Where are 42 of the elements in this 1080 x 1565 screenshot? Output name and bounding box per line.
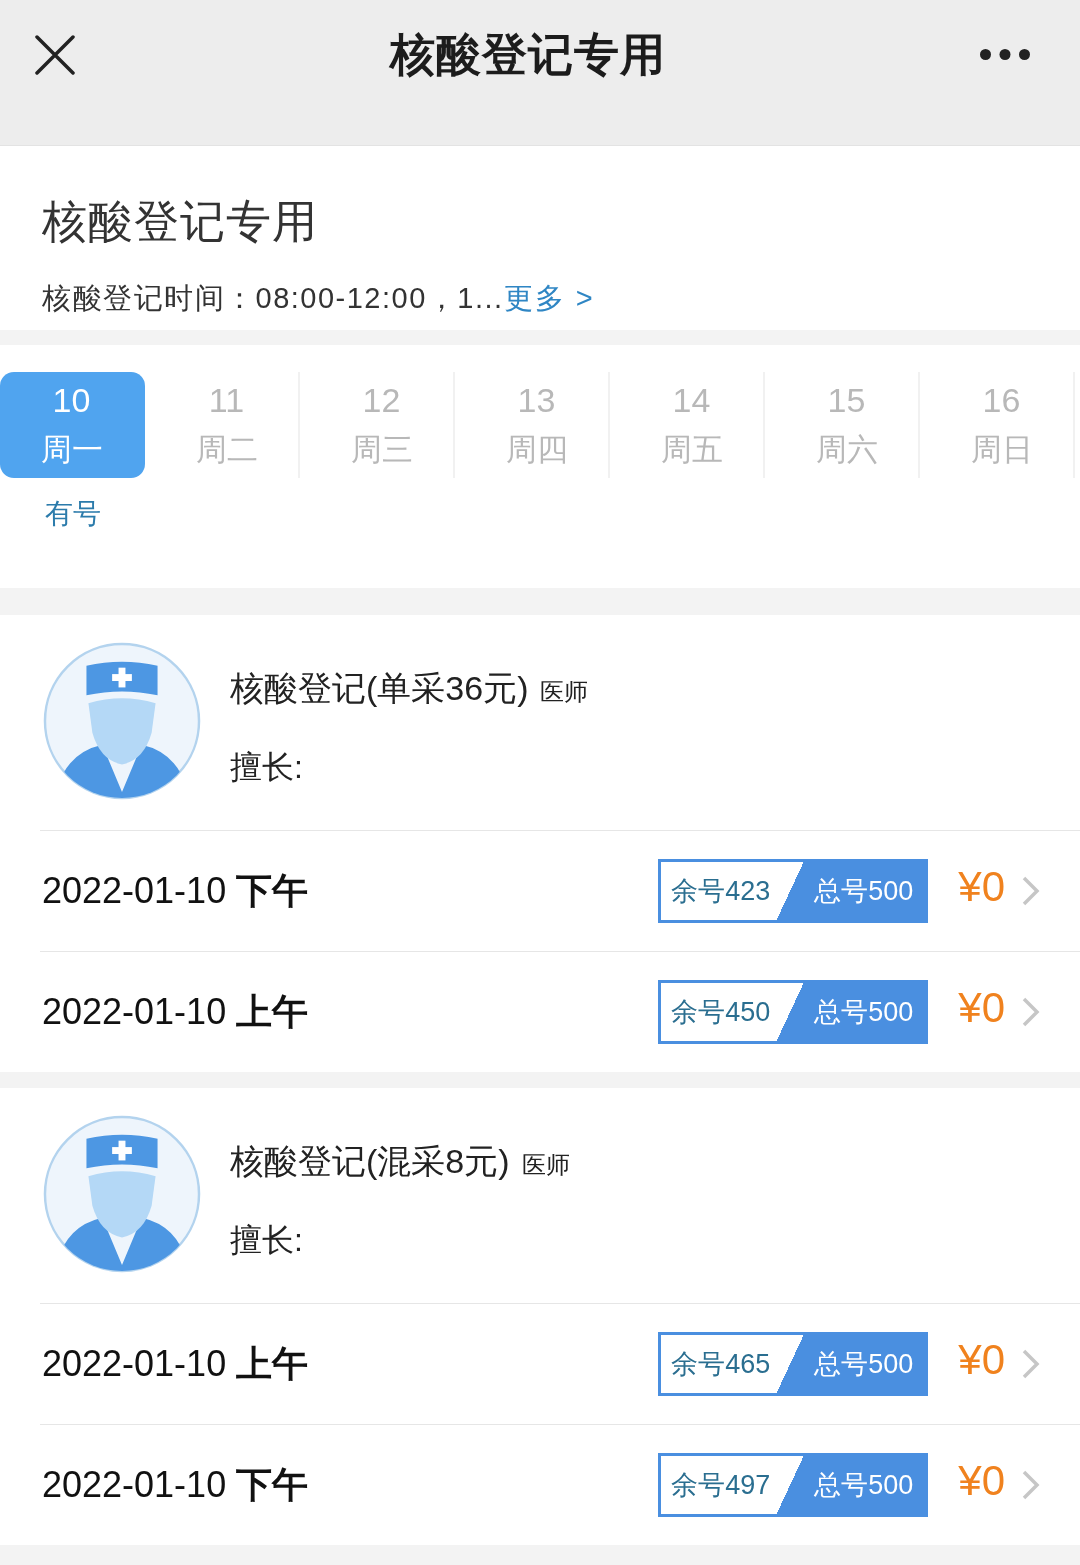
specialty-label: 擅长: <box>230 748 303 787</box>
remaining-quota: 余号497 <box>671 1469 771 1502</box>
total-quota: 总号500 <box>814 1348 914 1381</box>
registration-hours: 核酸登记时间：08:00-12:00，1... <box>42 281 504 316</box>
date-tab[interactable]: 14 周五 <box>620 372 765 478</box>
date-tab[interactable]: 11 周二 <box>155 372 300 478</box>
remaining-quota: 余号423 <box>671 875 771 908</box>
slot-time[interactable]: 2022-01-10 上午 <box>42 987 309 1037</box>
chevron-right-icon <box>1022 1349 1040 1379</box>
doctor-title: 医师 <box>521 1150 570 1180</box>
chevron-right-icon <box>1022 997 1040 1027</box>
slot-time[interactable]: 2022-01-10 下午 <box>42 866 309 916</box>
date-tab[interactable]: 10 周一 <box>0 372 145 478</box>
date-tab[interactable]: 12 周三 <box>310 372 455 478</box>
nav-title: 核酸登记专用 <box>389 27 666 82</box>
page-title: 核酸登记专用 <box>42 195 318 249</box>
total-quota: 总号500 <box>814 996 914 1029</box>
doctor-name: 核酸登记(混采8元) <box>230 1141 510 1182</box>
price-text: ¥0 <box>958 1456 1005 1506</box>
date-tab[interactable]: 13 周四 <box>465 372 610 478</box>
total-quota: 总号500 <box>814 1469 914 1502</box>
remaining-quota: 余号450 <box>671 996 771 1029</box>
close-icon[interactable] <box>35 34 75 75</box>
price-text: ¥0 <box>958 862 1005 912</box>
more-link[interactable]: 更多 > <box>503 278 595 318</box>
more-icon[interactable] <box>980 49 1030 60</box>
avatar-icon <box>43 1115 201 1273</box>
chevron-right-icon <box>1022 1470 1040 1500</box>
slot-time[interactable]: 2022-01-10 下午 <box>42 1460 309 1510</box>
slot-time[interactable]: 2022-01-10 上午 <box>42 1339 309 1389</box>
availability-label: 有号 <box>44 497 101 531</box>
doctor-title: 医师 <box>540 677 589 707</box>
price-text: ¥0 <box>958 1335 1005 1385</box>
chevron-right-icon <box>1022 876 1040 906</box>
total-quota: 总号500 <box>814 875 914 908</box>
avatar-icon <box>43 642 201 800</box>
doctor-name: 核酸登记(单采36元) <box>230 668 529 709</box>
remaining-quota: 余号465 <box>671 1348 771 1381</box>
specialty-label: 擅长: <box>230 1221 303 1260</box>
date-tab[interactable]: 15 周六 <box>775 372 920 478</box>
date-tab[interactable]: 16 周日 <box>930 372 1075 478</box>
price-text: ¥0 <box>958 983 1005 1033</box>
